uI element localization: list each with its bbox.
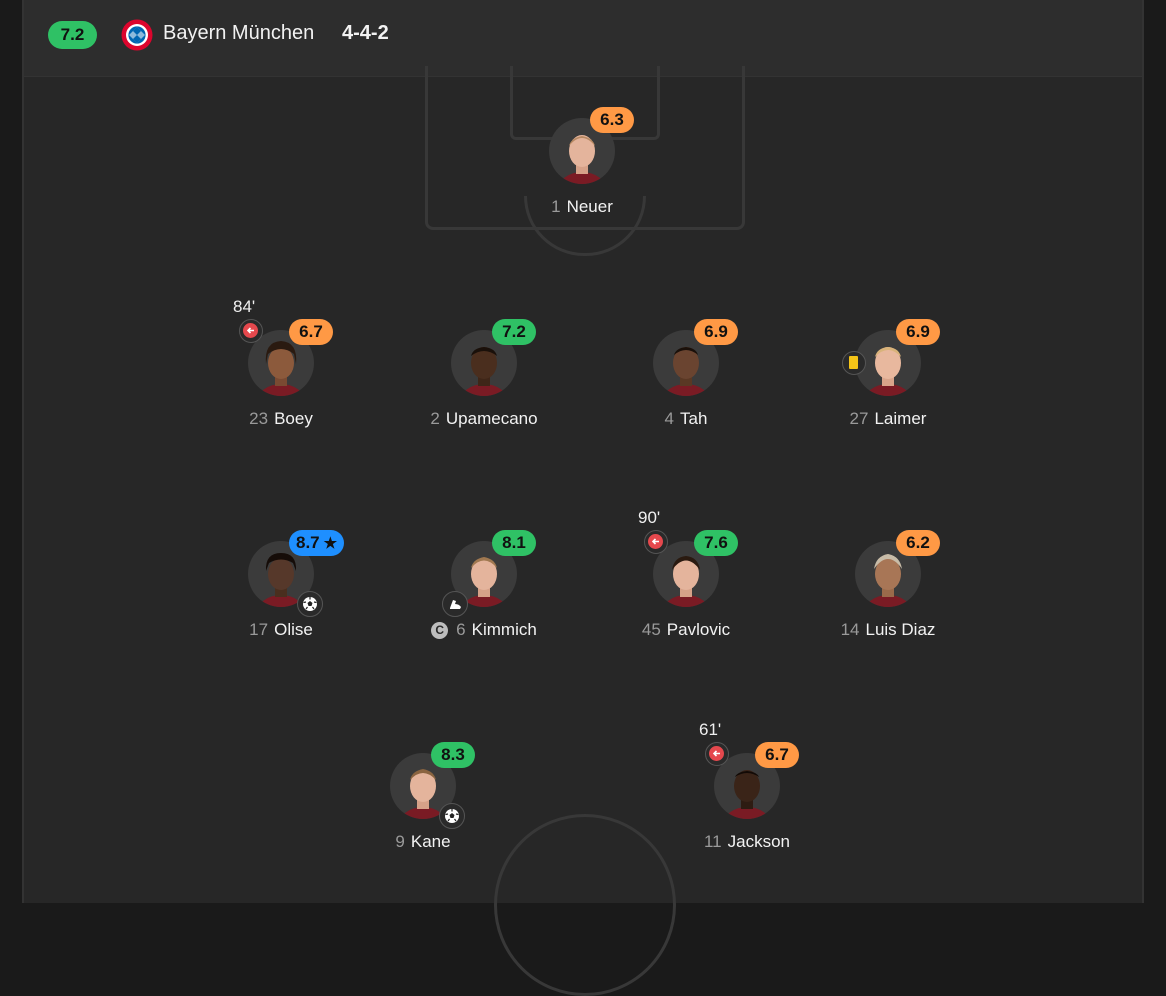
yellow-card-icon [842, 351, 866, 375]
substitution-time: 90' [638, 508, 661, 527]
rating-badge: 6.7 [755, 742, 799, 768]
rating-badge: 6.2 [896, 530, 940, 556]
substitution-arrow-icon [644, 530, 668, 554]
rating-badge: 8.7 ★ [289, 530, 345, 556]
rating-badge: 7.2 [492, 319, 536, 345]
rating-badge: 6.9 [896, 319, 940, 345]
football-icon [439, 803, 465, 829]
team-name: Bayern München [163, 22, 315, 44]
rating-badge: 6.3 [590, 107, 634, 133]
substitution-time: 61' [699, 720, 722, 739]
boot-icon [442, 591, 468, 617]
player-label: 14 Luis Diaz [840, 620, 936, 639]
rating-badge: 6.7 [289, 319, 333, 345]
football-icon [297, 591, 323, 617]
rating-badge: 8.3 [431, 742, 475, 768]
substitution-time: 84' [233, 297, 256, 316]
player-label: 1 Neuer [551, 197, 613, 216]
substitution-arrow-icon [239, 319, 263, 343]
formation-label: 4-4-2 [342, 22, 389, 44]
rating-badge: 7.6 [694, 530, 738, 556]
lineup-panel: 7.2 Bayern München 4-4-2 6.3 1 Neuer 84'… [22, 0, 1144, 996]
player-label: 11 Jackson [703, 832, 791, 851]
star-icon: ★ [323, 535, 338, 552]
rating-badge: 6.9 [694, 319, 738, 345]
captain-icon: C [431, 622, 449, 639]
team-rating-badge: 7.2 [48, 21, 97, 49]
substitution-arrow-icon [705, 742, 729, 766]
player-label: 9 Kane [395, 832, 451, 851]
rating-badge: 8.1 [492, 530, 536, 556]
player-label: 27 Laimer [849, 409, 927, 428]
bayern-crest-icon [121, 19, 153, 51]
